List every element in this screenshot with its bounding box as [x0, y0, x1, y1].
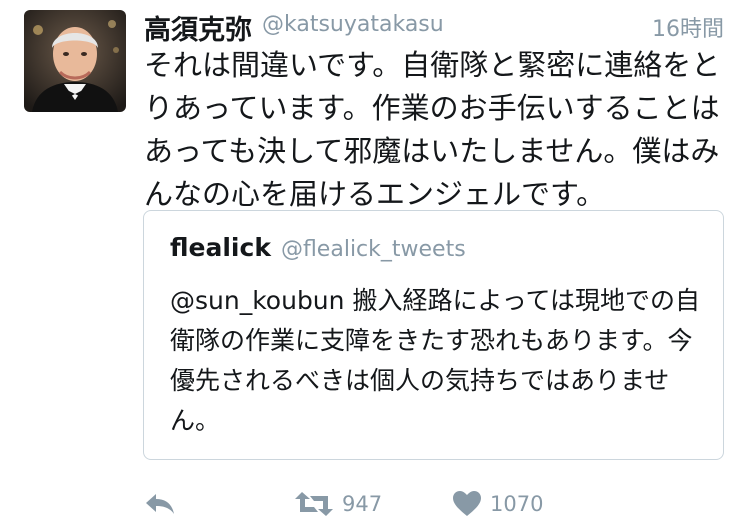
display-name[interactable]: 高須克弥 — [144, 8, 252, 47]
tweet-text: それは間違いです。自衛隊と緊密に連絡をとりあっています。作業のお手伝いすることは… — [144, 48, 721, 211]
tweet: 高須克弥 @katsuyatakasu 16時間 それは間違いです。自衛隊と緊密… — [0, 0, 750, 529]
avatar-image — [24, 10, 126, 112]
timestamp[interactable]: 16時間 — [652, 11, 724, 43]
quoted-screen-name: @flealick_tweets — [280, 237, 466, 262]
retweet-icon — [295, 492, 333, 516]
reply-icon — [146, 494, 174, 514]
quoted-tweet-header: flealick @flealick_tweets — [170, 233, 466, 262]
like-button[interactable]: 1070 — [452, 484, 543, 524]
like-count: 1070 — [490, 492, 544, 516]
tweet-header: 高須克弥 @katsuyatakasu 16時間 — [144, 6, 728, 46]
quoted-display-name: flealick — [170, 233, 271, 262]
screen-name[interactable]: @katsuyatakasu — [262, 12, 444, 37]
quoted-tweet[interactable]: flealick @flealick_tweets @sun_koubun 搬入経… — [143, 210, 724, 460]
quoted-tweet-text: @sun_koubun 搬入経路によっては現地での自衛隊の作業に支障をきたす恐れ… — [170, 286, 700, 435]
retweet-count: 947 — [342, 492, 383, 516]
reply-button[interactable] — [144, 484, 176, 524]
heart-icon — [453, 491, 481, 516]
avatar[interactable] — [24, 10, 126, 112]
retweet-button[interactable]: 947 — [294, 484, 382, 524]
tweet-actions: 947 1070 — [144, 484, 724, 524]
